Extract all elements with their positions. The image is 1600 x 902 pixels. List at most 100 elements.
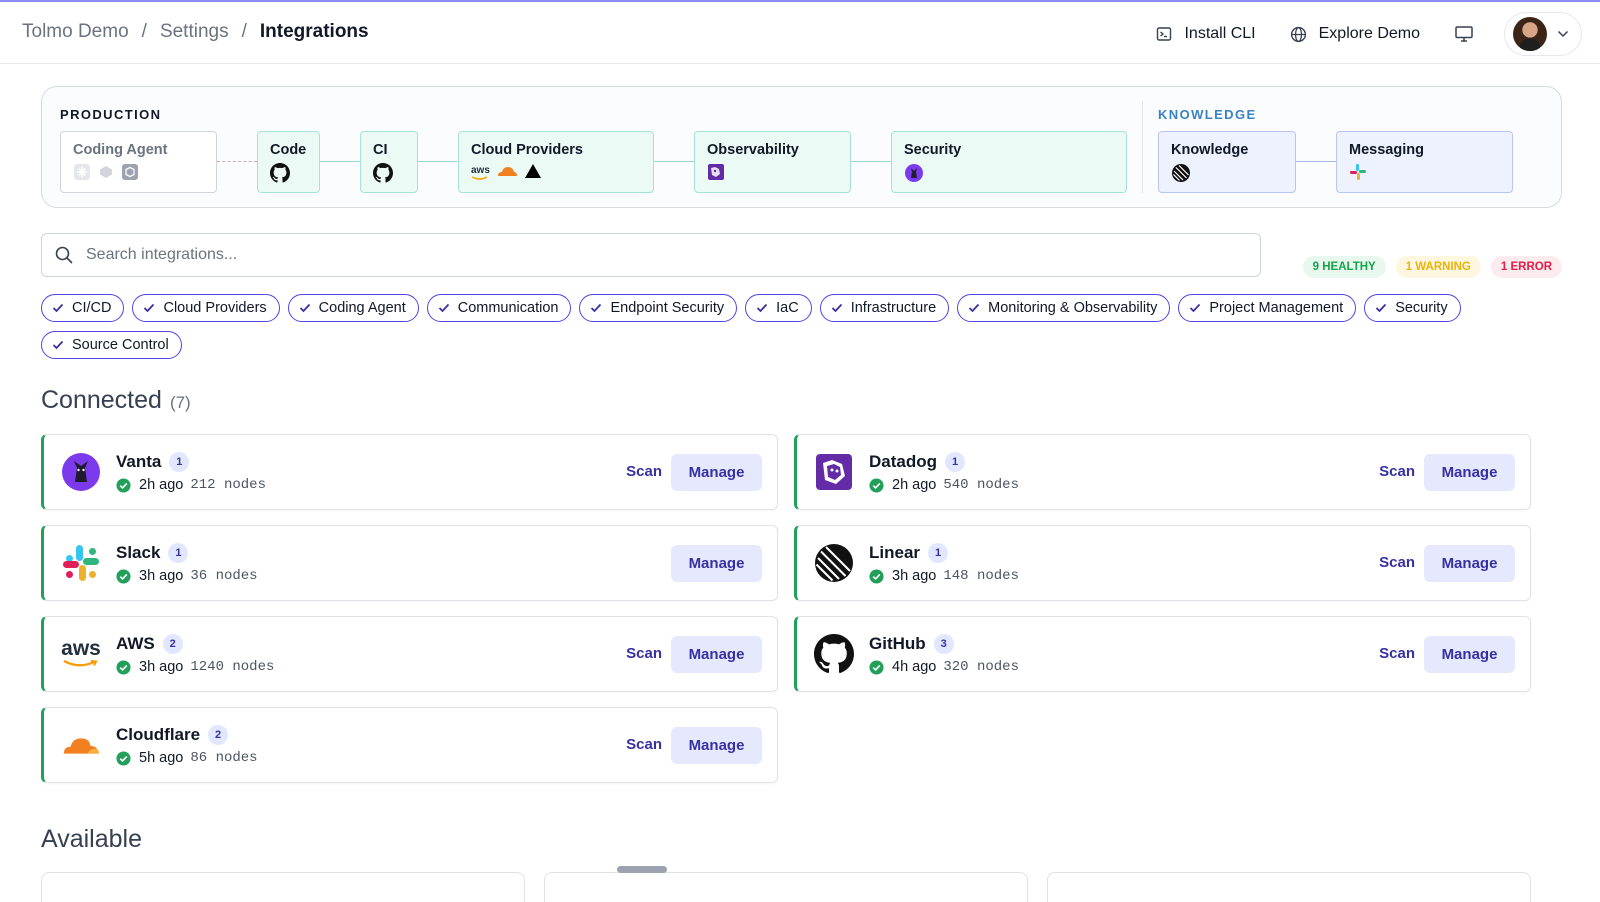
scan-button[interactable]: Scan [1379,645,1415,662]
scan-button[interactable]: Scan [1379,463,1415,480]
check-icon [52,303,64,313]
connected-heading: Connected (7) [41,386,191,415]
node-ci[interactable]: CI [360,131,418,193]
count-badge: 3 [933,634,954,654]
node-count: 540 nodes [943,477,1019,493]
filter-chip-cicd[interactable]: CI/CD [41,294,125,322]
healthy-badge[interactable]: 9 HEALTHY [1302,256,1386,278]
node-code[interactable]: Code [257,131,320,193]
node-knowledge[interactable]: Knowledge [1158,131,1296,193]
check-icon [590,303,602,313]
breadcrumb-separator: / [241,21,247,42]
check-icon [1375,303,1387,313]
integration-card-datadog[interactable]: Datadog 1 2h ago 540 nodes Scan Manage [794,434,1531,510]
connected-title: Connected [41,386,162,414]
warning-badge[interactable]: 1 WARNING [1395,256,1481,278]
filter-chip-endpoint-security[interactable]: Endpoint Security [579,294,738,322]
explore-demo-label: Explore Demo [1318,25,1420,42]
linear-logo [814,543,854,583]
integration-name: Datadog [869,452,937,471]
breadcrumb-settings[interactable]: Settings [160,21,229,43]
manage-button[interactable]: Manage [1424,545,1515,582]
knowledge-label: KNOWLEDGE [1158,107,1257,122]
manage-button[interactable]: Manage [671,727,762,764]
search-input[interactable] [86,246,1186,264]
connector [418,161,458,162]
check-circle-icon [116,750,131,766]
integration-card-slack[interactable]: Slack 1 3h ago 36 nodes Manage [41,525,778,601]
manage-button[interactable]: Manage [671,545,762,582]
available-card[interactable] [1047,872,1531,902]
filter-chip-iac[interactable]: IaC [745,294,812,322]
agent-tool-icon [73,163,91,186]
manage-button[interactable]: Manage [1424,636,1515,673]
manage-button[interactable]: Manage [671,454,762,491]
integration-card-cloudflare[interactable]: Cloudflare 2 5h ago 86 nodes Scan Manage [41,707,778,783]
count-badge: 1 [945,452,965,472]
user-menu[interactable] [1504,12,1582,56]
available-heading: Available [41,825,143,853]
agent-tool-icon [97,163,115,186]
filter-chip-coding-agent[interactable]: Coding Agent [287,294,419,322]
connected-integrations-grid: Vanta 1 2h ago 212 nodes Scan Manage Datad… [41,434,1562,783]
connector [851,161,891,162]
filter-chip-label: Security [1395,300,1448,316]
check-icon [756,303,768,313]
integration-card-github[interactable]: GitHub 3 4h ago 320 nodes Scan Manage [794,616,1531,692]
available-card[interactable] [544,872,1028,902]
github-logo [814,634,854,674]
scan-button[interactable]: Scan [626,645,662,662]
node-cloud-providers[interactable]: Cloud Providers aws [458,131,654,193]
check-circle-icon [869,477,884,493]
datadog-logo [814,452,854,492]
search-bar[interactable] [41,233,1261,277]
github-icon [373,163,393,188]
scan-button[interactable]: Scan [1379,554,1415,571]
integration-card-linear[interactable]: Linear 1 3h ago 148 nodes Scan Manage [794,525,1531,601]
manage-button[interactable]: Manage [1424,454,1515,491]
filter-chip-label: Communication [457,300,559,316]
filter-chip-security[interactable]: Security [1364,294,1461,322]
breadcrumb-separator: / [141,21,147,42]
node-security[interactable]: Security [891,131,1127,193]
production-label: PRODUCTION [60,107,162,122]
install-cli-button[interactable]: Install CLI [1156,25,1256,43]
filter-chip-communication[interactable]: Communication [426,294,572,322]
check-icon [438,303,450,313]
connector [654,161,694,162]
filter-chip-monitoring[interactable]: Monitoring & Observability [957,294,1171,322]
globe-icon [1290,26,1307,43]
breadcrumb: Tolmo Demo / Settings / Integrations [22,21,369,43]
github-icon [270,163,290,188]
manage-button[interactable]: Manage [671,636,762,673]
filter-chip-source-control[interactable]: Source Control [41,331,182,359]
filter-chip-project-management[interactable]: Project Management [1178,294,1357,322]
error-badge[interactable]: 1 ERROR [1490,256,1562,278]
integration-name: Slack [116,543,161,562]
scan-button[interactable]: Scan [626,463,662,480]
integrations-page: Tolmo Demo / Settings / Integrations Ins… [0,2,1600,902]
breadcrumb-org[interactable]: Tolmo Demo [22,21,129,43]
filter-chip-cloud-providers[interactable]: Cloud Providers [132,294,280,322]
filter-chip-infrastructure[interactable]: Infrastructure [819,294,950,322]
scroll-handle[interactable] [617,866,667,873]
filter-chip-label: CI/CD [72,300,112,316]
integration-card-vanta[interactable]: Vanta 1 2h ago 212 nodes Scan Manage [41,434,778,510]
integration-name: Linear [869,543,921,562]
check-circle-icon [869,659,884,675]
node-count: 36 nodes [190,568,258,584]
node-observability[interactable]: Observability [694,131,851,193]
explore-demo-button[interactable]: Explore Demo [1290,25,1420,43]
integration-name: Cloudflare [116,725,201,744]
available-card[interactable] [41,872,525,902]
node-messaging[interactable]: Messaging [1336,131,1513,193]
node-title: Code [270,142,307,158]
check-circle-icon [116,568,131,584]
integration-card-aws[interactable]: aws AWS 2 3h ago 1240 nodes Scan Manage [41,616,778,692]
last-sync-time: 2h ago [139,477,184,493]
scan-button[interactable]: Scan [626,736,662,753]
linear-icon [1171,163,1191,188]
node-coding-agent[interactable]: Coding Agent [60,131,217,193]
connector [1296,161,1336,162]
monitor-icon[interactable] [1454,25,1474,43]
